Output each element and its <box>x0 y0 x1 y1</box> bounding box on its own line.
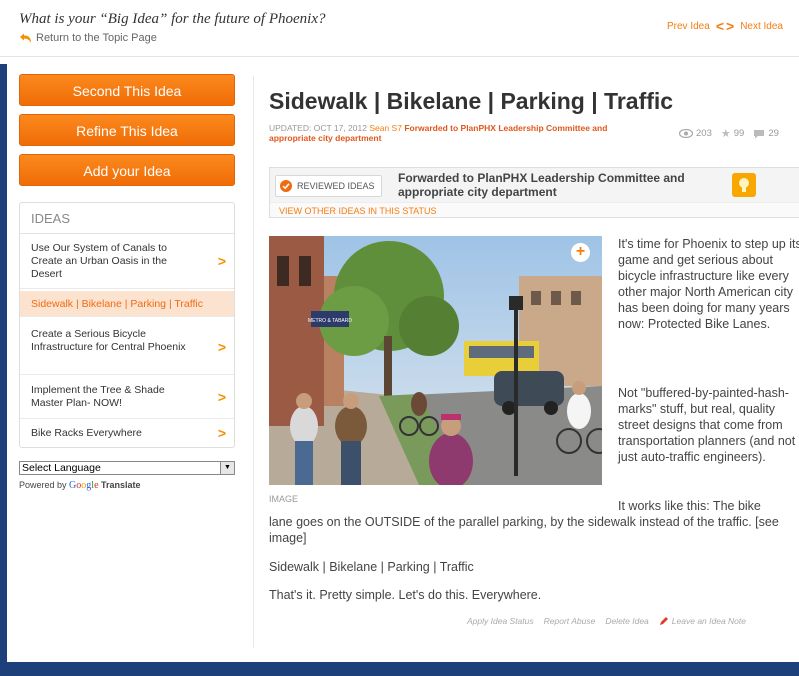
comments-value: 29 <box>768 128 779 139</box>
updated-date: UPDATED: OCT 17, 2012 <box>269 123 367 133</box>
chevron-right-icon: > <box>217 425 226 441</box>
dropdown-arrow-icon[interactable]: ▼ <box>220 462 234 474</box>
idea-list-item[interactable]: Bike Racks Everywhere > <box>20 420 234 447</box>
column-divider <box>253 76 254 648</box>
idea-title: Sidewalk | Bikelane | Parking | Traffic <box>269 88 674 114</box>
google-translate-credit: Powered by Google Translate <box>19 480 141 491</box>
return-to-topic-link[interactable]: Return to the Topic Page <box>19 32 157 44</box>
image-sign-text: METRO & TABARD <box>308 318 352 324</box>
stars-value: 99 <box>733 128 745 139</box>
prev-idea-link[interactable]: Prev Idea <box>667 21 710 32</box>
language-select-value: Select Language <box>22 462 101 474</box>
idea-actions: Apply Idea Status Report Abuse Delete Id… <box>467 616 746 626</box>
comments-count: 29 <box>753 128 779 139</box>
refine-idea-button[interactable]: Refine This Idea <box>19 114 235 146</box>
second-idea-button[interactable]: Second This Idea <box>19 74 235 106</box>
author-link[interactable]: Sean S7 <box>369 123 402 133</box>
return-arrow-icon <box>20 33 31 43</box>
language-select[interactable]: Select Language ▼ <box>19 461 235 475</box>
idea-list-item-active[interactable]: Sidewalk | Bikelane | Parking | Traffic <box>20 291 234 317</box>
topic-title: What is your “Big Idea” for the future o… <box>19 11 326 27</box>
window-frame-bottom <box>0 662 799 676</box>
view-other-ideas-link[interactable]: VIEW OTHER IDEAS IN THIS STATUS <box>279 206 437 216</box>
check-circle-icon <box>280 180 292 192</box>
window-frame-left <box>0 64 7 662</box>
chevron-left-icon[interactable]: < <box>716 18 724 34</box>
report-abuse-link[interactable]: Report Abuse <box>544 616 596 626</box>
status-badge[interactable]: REVIEWED IDEAS <box>275 175 382 197</box>
status-description: Forwarded to PlanPHX Leadership Committe… <box>398 171 685 199</box>
chevron-right-icon[interactable]: > <box>726 18 734 34</box>
star-icon: ★ <box>720 128 731 140</box>
translate-label: Translate <box>101 480 141 490</box>
apply-status-link[interactable]: Apply Idea Status <box>467 616 534 626</box>
expand-image-icon[interactable]: + <box>571 243 590 262</box>
idea-navigation: Prev Idea < > Next Idea <box>667 18 783 34</box>
idea-list-item-label: Sidewalk | Bikelane | Parking | Traffic <box>31 298 203 310</box>
chevron-right-icon: > <box>217 253 226 269</box>
idea-list-item[interactable]: Use Our System of Canals to Create an Ur… <box>20 234 234 289</box>
idea-paragraph: That's it. Pretty simple. Let's do this.… <box>269 588 542 602</box>
status-badge-label: REVIEWED IDEAS <box>297 181 375 191</box>
eye-icon <box>679 129 693 138</box>
idea-meta: UPDATED: OCT 17, 2012 Sean S7 Forwarded … <box>269 123 609 143</box>
idea-paragraph: It works like this: The bike <box>618 499 761 513</box>
next-idea-link[interactable]: Next Idea <box>740 21 783 32</box>
idea-paragraph: Sidewalk | Bikelane | Parking | Traffic <box>269 560 474 574</box>
idea-paragraph: It's time for Phoenix to step up its gam… <box>618 237 799 331</box>
ideas-panel: IDEAS Use Our System of Canals to Create… <box>19 202 235 448</box>
idea-paragraph: Not "buffered-by-painted-hash-marks" stu… <box>618 386 796 464</box>
idea-image[interactable]: METRO & TABARD <box>269 236 602 485</box>
chevron-right-icon: > <box>217 339 226 355</box>
image-caption: IMAGE <box>269 494 299 504</box>
pencil-icon <box>659 617 668 625</box>
idea-paragraph: lane goes on the OUTSIDE of the parallel… <box>269 515 779 545</box>
leave-note-link[interactable]: Leave an Idea Note <box>659 616 746 626</box>
leave-note-label: Leave an Idea Note <box>671 616 746 626</box>
views-value: 203 <box>696 128 712 139</box>
topic-header: What is your “Big Idea” for the future o… <box>0 0 799 57</box>
idea-list-item[interactable]: Create a Serious Bicycle Infrastructure … <box>20 320 234 375</box>
idea-list-item-label: Use Our System of Canals to Create an Ur… <box>31 242 167 280</box>
idea-list-item-label: Implement the Tree & Shade Master Plan- … <box>31 384 165 409</box>
comment-icon <box>754 129 765 138</box>
ideas-panel-header: IDEAS <box>31 211 71 226</box>
delete-idea-link[interactable]: Delete Idea <box>605 616 648 626</box>
idea-stats: 203 ★ 99 29 <box>679 127 779 140</box>
idea-list-item-label: Bike Racks Everywhere <box>31 427 142 439</box>
lightbulb-icon <box>732 173 756 197</box>
views-count: 203 <box>679 128 712 139</box>
return-link-label: Return to the Topic Page <box>36 32 157 44</box>
powered-by-label: Powered by <box>19 480 67 490</box>
stars-count: ★ 99 <box>721 127 744 140</box>
idea-list-item[interactable]: Implement the Tree & Shade Master Plan- … <box>20 376 234 419</box>
add-idea-button[interactable]: Add your Idea <box>19 154 235 186</box>
idea-list-item-label: Create a Serious Bicycle Infrastructure … <box>31 328 186 353</box>
idea-status-row: REVIEWED IDEAS Forwarded to PlanPHX Lead… <box>270 168 799 203</box>
google-logo[interactable]: Google <box>69 480 98 491</box>
idea-status-box: REVIEWED IDEAS Forwarded to PlanPHX Lead… <box>269 167 799 218</box>
chevron-right-icon: > <box>217 389 226 405</box>
